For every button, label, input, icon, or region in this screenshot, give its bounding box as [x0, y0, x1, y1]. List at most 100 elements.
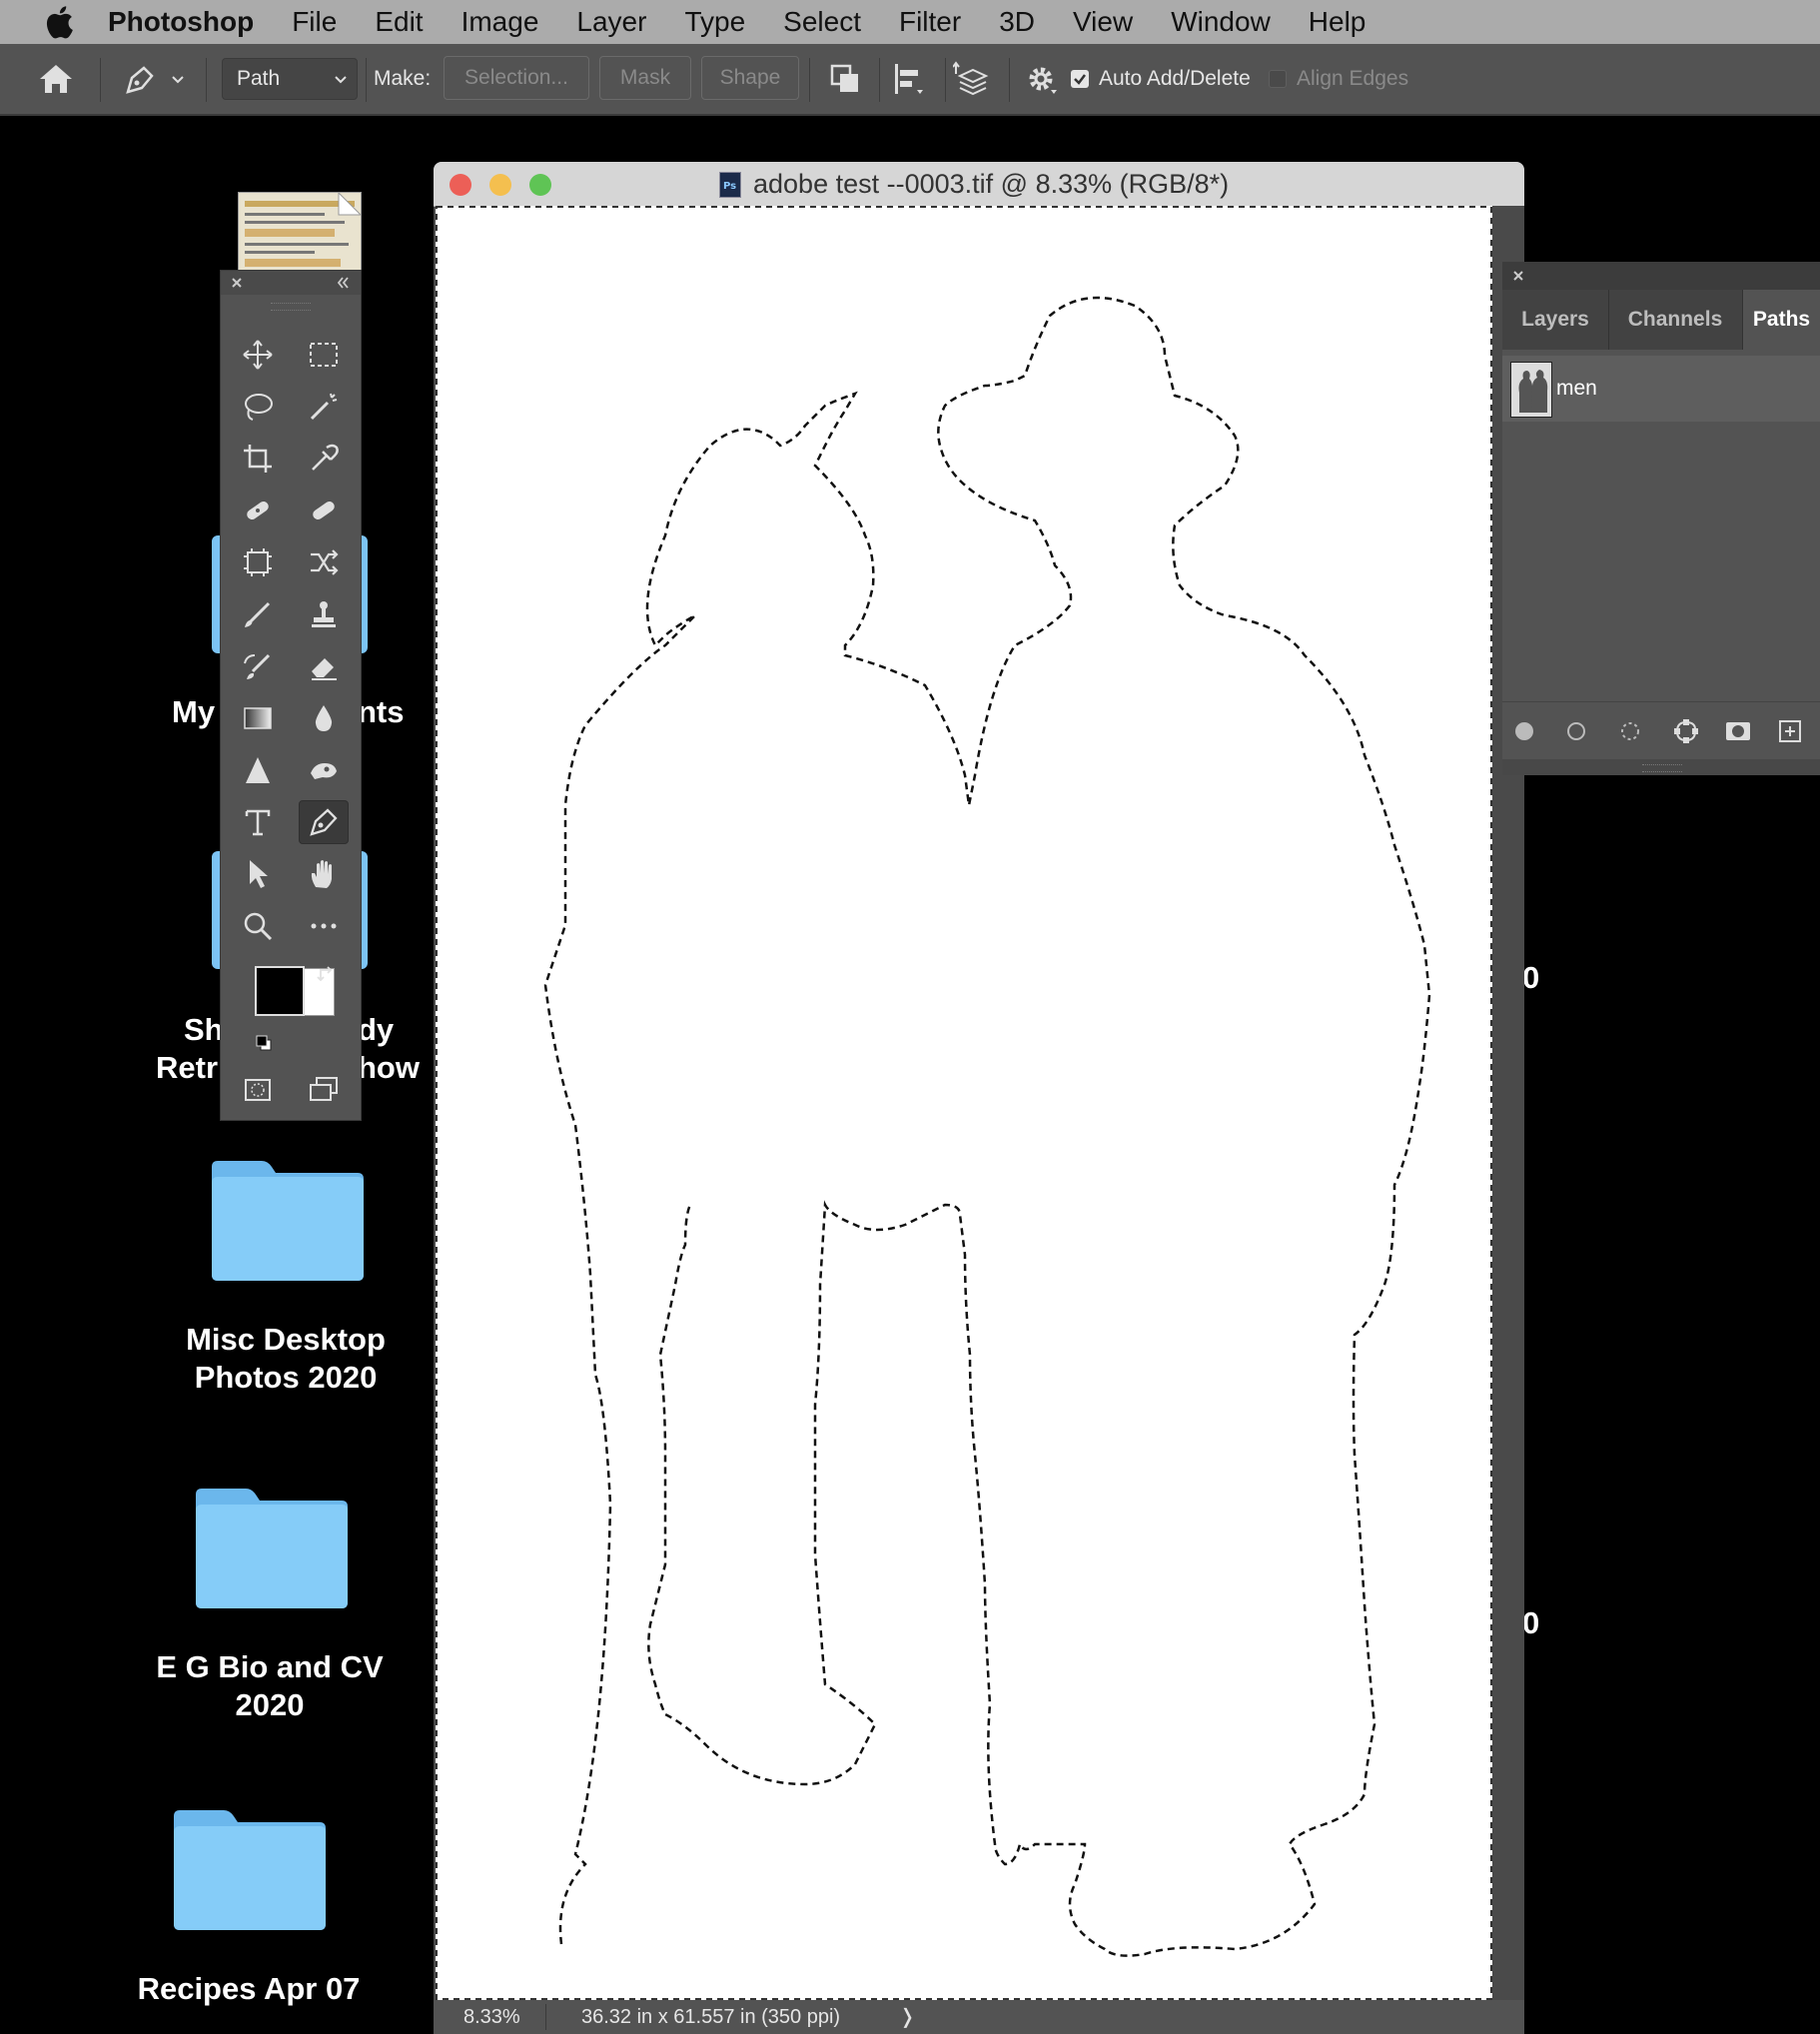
foreground-color-swatch[interactable] [255, 966, 305, 1016]
minimize-window-button[interactable] [489, 174, 511, 196]
desktop-label-my-left: My [172, 694, 216, 729]
tab-layers[interactable]: Layers [1502, 290, 1608, 350]
path-arrangement-icon[interactable] [952, 60, 997, 98]
stroke-path-icon[interactable] [1564, 719, 1588, 743]
edit-toolbar-button[interactable] [299, 904, 349, 948]
type-tool[interactable] [233, 800, 283, 844]
menu-app-photoshop[interactable]: Photoshop [78, 0, 273, 44]
chevron-down-icon [335, 76, 347, 84]
menu-view[interactable]: View [1054, 0, 1152, 44]
pen-tool-preset-icon[interactable] [120, 60, 160, 98]
tools-panel-grip[interactable] [271, 303, 311, 311]
path-operations-icon[interactable] [825, 60, 865, 98]
brush-tool[interactable] [233, 592, 283, 636]
blur-tool[interactable] [299, 696, 349, 740]
desktop-partial-char-2: 0 [1522, 1605, 1540, 1640]
screen-mode[interactable] [299, 1068, 349, 1112]
path-mode-select[interactable]: Path [222, 58, 358, 100]
path-row-men[interactable]: men [1502, 356, 1820, 422]
desktop-folder-misc-photos[interactable] [208, 1157, 368, 1285]
move-tool[interactable] [233, 333, 283, 377]
bandage-icon [313, 501, 335, 520]
marquee-tool[interactable] [299, 333, 349, 377]
path-alignment-icon[interactable] [889, 60, 929, 98]
make-shape-button[interactable]: Shape [701, 56, 799, 100]
hand-tool[interactable] [299, 852, 349, 896]
healing-brush-tool[interactable] [299, 489, 349, 532]
menu-image[interactable]: Image [443, 0, 558, 44]
menu-help[interactable]: Help [1290, 0, 1385, 44]
load-path-as-selection-icon[interactable] [1618, 719, 1642, 743]
rectangle-marquee-icon [310, 343, 338, 367]
collapse-double-chevron-icon[interactable] [335, 275, 351, 291]
smudge-tool[interactable] [299, 748, 349, 792]
zoom-level[interactable]: 8.33% [463, 2000, 520, 2034]
home-icon[interactable] [36, 60, 76, 98]
gradient-icon [244, 707, 272, 729]
menu-layer[interactable]: Layer [557, 0, 665, 44]
chevron-down-icon[interactable] [170, 72, 186, 88]
lasso-tool[interactable] [233, 385, 283, 429]
document-preview-icon [245, 191, 363, 267]
gear-icon[interactable] [1023, 60, 1063, 98]
quick-mask-mode[interactable] [233, 1068, 283, 1112]
close-window-button[interactable] [450, 174, 471, 196]
desktop-folder-bio-cv[interactable] [192, 1485, 352, 1612]
crop-tool[interactable] [233, 437, 283, 481]
align-edges-checkbox[interactable] [1269, 70, 1287, 88]
eraser-tool[interactable] [299, 644, 349, 688]
panel-grip[interactable] [1642, 764, 1682, 772]
content-aware-move-tool[interactable] [299, 540, 349, 584]
document-title-bar[interactable]: Ps adobe test --0003.tif @ 8.33% (RGB/8*… [434, 162, 1524, 207]
menu-3d[interactable]: 3D [980, 0, 1054, 44]
gradient-tool[interactable] [233, 696, 283, 740]
close-icon[interactable] [1510, 268, 1526, 284]
document-thumbnail[interactable] [238, 191, 363, 280]
auto-add-delete-checkbox[interactable] [1071, 70, 1089, 88]
psd-file-icon: Ps [719, 172, 741, 198]
path-name[interactable]: men [1556, 356, 1597, 422]
image-canvas[interactable] [436, 206, 1492, 2000]
tab-paths[interactable]: Paths [1743, 290, 1820, 350]
folder-label-misc-photos: Misc Desktop Photos 2020 [150, 1321, 422, 1397]
clone-stamp-tool[interactable] [299, 592, 349, 636]
frame-tool[interactable] [233, 540, 283, 584]
menu-edit[interactable]: Edit [356, 0, 442, 44]
menu-window[interactable]: Window [1152, 0, 1290, 44]
path-selection-tool[interactable] [233, 852, 283, 896]
make-work-path-icon[interactable] [1672, 717, 1700, 745]
history-brush-tool[interactable] [233, 644, 283, 688]
make-mask-button[interactable]: Mask [599, 56, 691, 100]
smudge-icon [311, 763, 337, 779]
pen-tool-active[interactable] [299, 800, 349, 844]
panel-resize-bar[interactable] [1502, 759, 1820, 775]
menu-select[interactable]: Select [764, 0, 880, 44]
dodge-tool[interactable] [233, 748, 283, 792]
eyedropper-tool[interactable] [299, 437, 349, 481]
make-selection-button[interactable]: Selection... [444, 56, 589, 100]
zoom-tool[interactable] [233, 904, 283, 948]
new-path-icon[interactable] [1776, 717, 1804, 745]
add-mask-icon[interactable] [1724, 717, 1752, 745]
zoom-window-button[interactable] [529, 174, 551, 196]
tools-panel-header[interactable] [221, 271, 361, 295]
menu-type[interactable]: Type [665, 0, 764, 44]
options-bar: Path Make: Selection... Mask Shape Auto … [0, 44, 1820, 116]
magic-wand-tool[interactable] [299, 385, 349, 429]
close-icon[interactable] [229, 275, 245, 291]
fill-path-icon[interactable] [1512, 719, 1536, 743]
desktop-label-my-right: nts [358, 694, 405, 729]
desktop-label-retr-right: how [358, 1050, 420, 1085]
folder-label-line1: Recipes Apr 07 [137, 1971, 361, 2006]
folder-label-line2: Photos 2020 [194, 1360, 378, 1395]
panel-header[interactable] [1502, 262, 1820, 290]
apple-icon[interactable] [40, 0, 78, 44]
default-colors-icon[interactable] [255, 1034, 273, 1052]
swap-colors-icon[interactable] [317, 964, 337, 984]
menu-file[interactable]: File [273, 0, 356, 44]
menu-filter[interactable]: Filter [880, 0, 980, 44]
desktop-folder-recipes[interactable] [170, 1806, 330, 1934]
tab-channels[interactable]: Channels [1608, 290, 1742, 350]
spot-healing-tool[interactable] [233, 489, 283, 532]
status-menu-arrow[interactable]: ❭ [899, 2000, 916, 2034]
